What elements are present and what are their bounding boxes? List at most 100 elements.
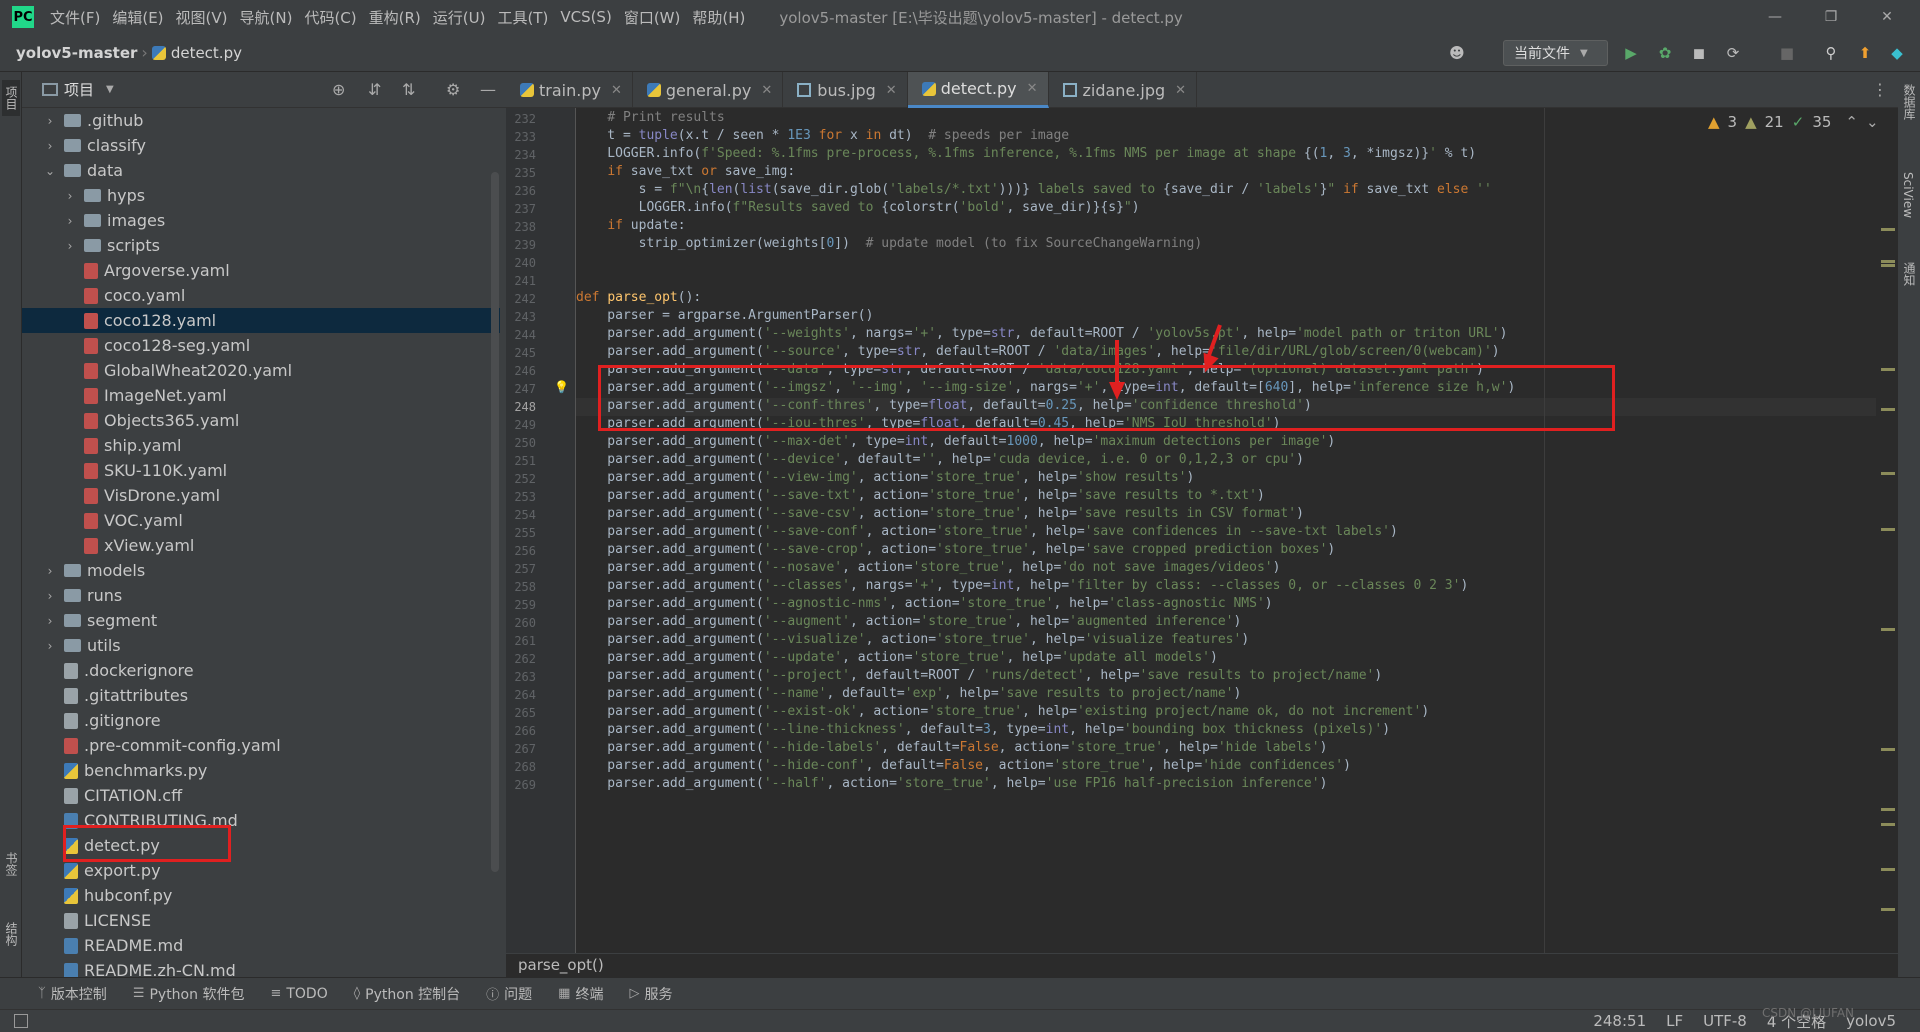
error-stripe-mark[interactable]	[1881, 748, 1895, 751]
chevron-right-icon[interactable]: ›	[62, 239, 78, 253]
editor-tab[interactable]: train.py ✕	[506, 72, 633, 108]
file-encoding[interactable]: UTF-8	[1703, 1012, 1747, 1030]
editor-breadcrumb[interactable]: parse_opt()	[506, 953, 1898, 977]
code-line[interactable]: parser.add_argument('--classes', nargs='…	[576, 578, 1468, 593]
menu-run[interactable]: 运行(U)	[427, 7, 492, 28]
code-line[interactable]: parser.add_argument('--save-txt', action…	[576, 488, 1264, 503]
chevron-right-icon[interactable]: ›	[42, 114, 58, 128]
error-stripe[interactable]	[1876, 108, 1898, 953]
tree-folder[interactable]: › scripts	[22, 233, 500, 258]
code-line[interactable]: LOGGER.info(f'Speed: %.1fms pre-process,…	[576, 146, 1476, 161]
tree-file[interactable]: LICENSE	[22, 908, 500, 933]
close-tab-icon[interactable]: ✕	[1175, 83, 1186, 98]
stop-icon[interactable]: ■	[1776, 42, 1798, 64]
tree-folder[interactable]: › runs	[22, 583, 500, 608]
python-packages-tool-button[interactable]: ☰ Python 软件包	[133, 984, 245, 1004]
editor-tab[interactable]: general.py ✕	[633, 72, 784, 108]
tree-file[interactable]: hubconf.py	[22, 883, 500, 908]
chevron-down-icon[interactable]: ⌄	[42, 164, 58, 178]
minimize-icon[interactable]: —	[1752, 0, 1798, 34]
code-line[interactable]: parser.add_argument('--half', action='st…	[576, 776, 1327, 791]
code-line[interactable]: parser.add_argument('--hide-conf', defau…	[576, 758, 1351, 773]
intention-bulb-icon[interactable]: 💡	[554, 380, 569, 394]
chevron-down-icon[interactable]: ▼	[106, 84, 114, 95]
menu-view[interactable]: 视图(V)	[170, 7, 234, 28]
error-stripe-mark[interactable]	[1881, 868, 1895, 871]
tool-windows-icon[interactable]	[14, 1014, 28, 1028]
tree-file[interactable]: ImageNet.yaml	[22, 383, 500, 408]
vcs-tool-button[interactable]: ᛉ 版本控制	[38, 984, 107, 1004]
tree-file[interactable]: VisDrone.yaml	[22, 483, 500, 508]
error-stripe-mark[interactable]	[1881, 908, 1895, 911]
tree-file[interactable]: xView.yaml	[22, 533, 500, 558]
tree-folder[interactable]: › utils	[22, 633, 500, 658]
inspection-widget[interactable]: ▲ 3 ▲ 21 ✓ 35 ⌃ ⌄	[1708, 113, 1879, 131]
error-stripe-mark[interactable]	[1881, 264, 1895, 267]
code-line[interactable]: parser.add_argument('--name', default='e…	[576, 686, 1241, 701]
code-line[interactable]: LOGGER.info(f"Results saved to {colorstr…	[576, 200, 1140, 215]
tree-file[interactable]: coco128.yaml	[22, 308, 500, 333]
error-stripe-mark[interactable]	[1881, 628, 1895, 631]
tree-folder[interactable]: › hyps	[22, 183, 500, 208]
error-stripe-mark[interactable]	[1881, 472, 1895, 475]
caret-position[interactable]: 248:51	[1593, 1012, 1646, 1030]
code-line[interactable]: parser.add_argument('--device', default=…	[576, 452, 1304, 467]
tree-folder[interactable]: › .github	[22, 108, 500, 133]
run-icon[interactable]: ▶	[1620, 42, 1642, 64]
code-line[interactable]: parser.add_argument('--hide-labels', def…	[576, 740, 1327, 755]
menu-tools[interactable]: 工具(T)	[491, 7, 554, 28]
todo-tool-button[interactable]: ≡ TODO	[270, 986, 327, 1002]
code-line[interactable]: parser.add_argument('--view-img', action…	[576, 470, 1194, 485]
chevron-right-icon[interactable]: ›	[42, 614, 58, 628]
collapse-all-icon[interactable]: ⇅	[402, 80, 415, 99]
close-tab-icon[interactable]: ✕	[611, 83, 622, 98]
bookmarks-tool-button[interactable]: 书签	[2, 852, 20, 876]
services-tool-button[interactable]: ▷ 服务	[629, 984, 672, 1004]
editor-tab[interactable]: zidane.jpg ✕	[1049, 72, 1198, 108]
coverage-icon[interactable]: ◼	[1688, 42, 1710, 64]
profile-icon[interactable]: ⟳	[1722, 42, 1744, 64]
project-tool-button[interactable]: 项目	[2, 80, 20, 116]
chevron-right-icon[interactable]: ›	[62, 214, 78, 228]
tree-file[interactable]: benchmarks.py	[22, 758, 500, 783]
code-line[interactable]: parser.add_argument('--save-crop', actio…	[576, 542, 1335, 557]
code-line[interactable]: # Print results	[576, 110, 724, 125]
code-line[interactable]: t = tuple(x.t / seen * 1E3 for x in dt) …	[576, 128, 1069, 143]
tree-file[interactable]: .gitattributes	[22, 683, 500, 708]
code-line[interactable]: parser.add_argument('--weights', nargs='…	[576, 326, 1507, 341]
close-tab-icon[interactable]: ✕	[761, 83, 772, 98]
run-configuration-select[interactable]: 当前文件 ▼	[1503, 40, 1608, 66]
code-line[interactable]: parser.add_argument('--project', default…	[576, 668, 1382, 683]
code-line[interactable]: parser.add_argument('--augment', action=…	[576, 614, 1241, 629]
tree-file[interactable]: coco.yaml	[22, 283, 500, 308]
more-tabs-icon[interactable]: ⋮	[1872, 80, 1888, 99]
error-stripe-mark[interactable]	[1881, 260, 1895, 263]
tree-file[interactable]: Argoverse.yaml	[22, 258, 500, 283]
code-line[interactable]: strip_optimizer(weights[0]) # update mod…	[576, 236, 1203, 251]
menu-window[interactable]: 窗口(W)	[618, 7, 687, 28]
notifications-tool-button[interactable]: 通知	[1901, 262, 1918, 286]
breadcrumb-project[interactable]: yolov5-master	[16, 44, 137, 62]
tree-file[interactable]: .pre-commit-config.yaml	[22, 733, 500, 758]
code-line[interactable]: parser.add_argument('--update', action='…	[576, 650, 1218, 665]
chevron-up-icon[interactable]: ⌃	[1845, 113, 1858, 131]
user-icon[interactable]: ☻	[1446, 42, 1468, 64]
close-icon[interactable]: ✕	[1864, 0, 1910, 34]
update-icon[interactable]: ⬆	[1854, 42, 1876, 64]
code-line[interactable]: parser.add_argument('--save-conf', actio…	[576, 524, 1398, 539]
menu-help[interactable]: 帮助(H)	[686, 7, 751, 28]
code-line[interactable]: if save_txt or save_img:	[576, 164, 795, 179]
code-line[interactable]: parser.add_argument('--visualize', actio…	[576, 632, 1249, 647]
tree-folder[interactable]: › classify	[22, 133, 500, 158]
jetbrains-icon[interactable]: ◆	[1886, 42, 1908, 64]
tree-file[interactable]: VOC.yaml	[22, 508, 500, 533]
python-console-tool-button[interactable]: ◊ Python 控制台	[354, 984, 460, 1004]
tree-folder[interactable]: ⌄ data	[22, 158, 500, 183]
chevron-right-icon[interactable]: ›	[42, 564, 58, 578]
problems-tool-button[interactable]: ⓘ 问题	[486, 984, 532, 1004]
code-editor[interactable]: # Print results t = tuple(x.t / seen * 1…	[576, 108, 1876, 953]
tree-file[interactable]: Objects365.yaml	[22, 408, 500, 433]
code-line[interactable]: parser.add_argument('--line-thickness', …	[576, 722, 1390, 737]
search-icon[interactable]: ⚲	[1820, 42, 1842, 64]
tree-file[interactable]: ship.yaml	[22, 433, 500, 458]
